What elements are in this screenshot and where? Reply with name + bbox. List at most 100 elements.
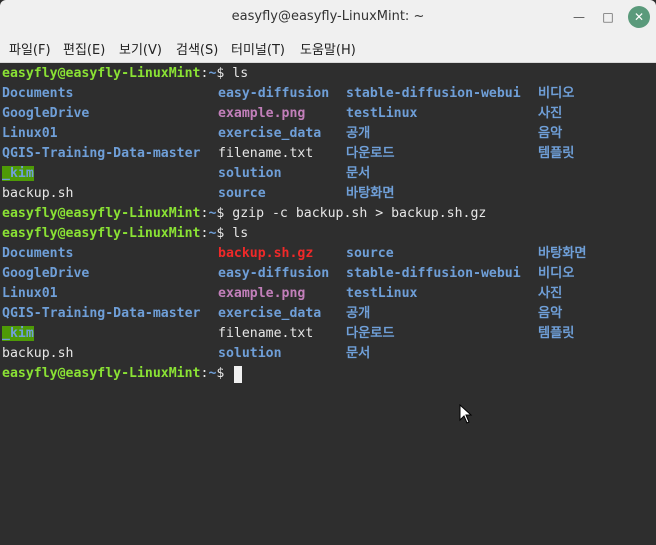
listing-entry: GoogleDrive [2, 104, 89, 124]
directory-name: _kim [2, 166, 34, 181]
listing-entry: backup.sh [2, 184, 73, 204]
menu-help[interactable]: 도움말(H) [300, 39, 356, 58]
directory-name: 공개 [346, 306, 371, 321]
directory-name: 문서 [346, 346, 371, 361]
prompt-sign: $ [216, 226, 233, 241]
menu-file[interactable]: 파일(F) [9, 39, 51, 58]
listing-entry: Documents [2, 84, 73, 104]
listing-entry: testLinux [346, 284, 417, 304]
directory-name: solution [218, 346, 282, 361]
directory-name: stable-diffusion-webui [346, 86, 521, 101]
directory-name: 바탕화면 [538, 246, 587, 261]
listing-entry: 음악 [538, 304, 562, 324]
terminal-output[interactable]: easyfly@easyfly-LinuxMint:~$ ls Documents… [0, 63, 656, 545]
listing-entry: QGIS-Training-Data-master [2, 304, 201, 324]
listing-entry: 공개 [346, 124, 370, 144]
text-cursor [234, 366, 242, 383]
listing-entry: filename.txt [218, 324, 313, 344]
file-name: backup.sh [2, 346, 74, 361]
listing-entry: 다운로드 [346, 324, 395, 344]
directory-name: QGIS-Training-Data-master [2, 146, 201, 161]
directory-name: 사진 [538, 106, 563, 121]
directory-name: QGIS-Training-Data-master [2, 306, 201, 321]
close-icon[interactable]: ✕ [628, 6, 650, 28]
listing-entry: filename.txt [218, 144, 313, 164]
command-text: ls [232, 66, 249, 81]
directory-name: solution [218, 166, 282, 181]
listing-entry: source [346, 244, 394, 264]
minimize-icon[interactable]: — [568, 6, 590, 28]
listing-entry: 음악 [538, 124, 562, 144]
directory-name: Documents [2, 86, 74, 101]
title-bar[interactable]: easyfly@easyfly-LinuxMint: ~ — □ ✕ [0, 0, 656, 35]
menu-view[interactable]: 보기(V) [119, 39, 162, 58]
directory-name: GoogleDrive [2, 266, 90, 281]
maximize-icon[interactable]: □ [597, 6, 619, 28]
prompt-user: easyfly@easyfly-LinuxMint [2, 66, 201, 81]
menu-terminal[interactable]: 터미널(T) [231, 39, 285, 58]
file-name: backup.sh [2, 186, 74, 201]
listing-entry: 템플릿 [538, 324, 574, 344]
directory-name: exercise_data [218, 306, 322, 321]
directory-name: stable-diffusion-webui [346, 266, 521, 281]
listing-entry: backup.sh.gz [218, 244, 313, 264]
listing-entry: testLinux [346, 104, 417, 124]
prompt-sign: $ [216, 366, 233, 381]
listing-entry: 다운로드 [346, 144, 395, 164]
listing-entry: Documents [2, 244, 73, 264]
listing-entry: example.png [218, 104, 305, 124]
file-name: example.png [218, 106, 306, 121]
directory-name: 사진 [538, 286, 563, 301]
listing-entry: 바탕화면 [538, 244, 587, 264]
listing-entry: 비디오 [538, 264, 574, 284]
listing-entry: solution [218, 344, 282, 364]
listing-entry: 사진 [538, 104, 562, 124]
directory-name: Linux01 [2, 126, 58, 141]
prompt-user: easyfly@easyfly-LinuxMint [2, 366, 201, 381]
listing-entry: easy-diffusion [218, 264, 329, 284]
directory-name: source [346, 246, 394, 261]
directory-name: 템플릿 [538, 146, 575, 161]
listing-entry: stable-diffusion-webui [346, 84, 521, 104]
menu-bar: 파일(F) 편집(E) 보기(V) 검색(S) 터미널(T) 도움말(H) [0, 34, 656, 63]
listing-entry: Linux01 [2, 124, 58, 144]
prompt-sign: $ [216, 206, 233, 221]
listing-entry: stable-diffusion-webui [346, 264, 521, 284]
listing-entry: 템플릿 [538, 144, 574, 164]
prompt-user: easyfly@easyfly-LinuxMint [2, 206, 201, 221]
directory-name: easy-diffusion [218, 86, 330, 101]
directory-name: exercise_data [218, 126, 322, 141]
directory-name: 템플릿 [538, 326, 575, 341]
listing-entry: solution [218, 164, 282, 184]
terminal-window: easyfly@easyfly-LinuxMint: ~ — □ ✕ 파일(F)… [0, 0, 656, 545]
directory-name: 문서 [346, 166, 371, 181]
directory-name: source [218, 186, 266, 201]
listing-entry: Linux01 [2, 284, 58, 304]
menu-edit[interactable]: 편집(E) [63, 39, 105, 58]
directory-name: 비디오 [538, 266, 575, 281]
command-text: gzip -c backup.sh > backup.sh.gz [232, 206, 487, 221]
directory-name: _kim [2, 326, 34, 341]
prompt-sign: $ [216, 66, 233, 81]
listing-entry: exercise_data [218, 304, 321, 324]
listing-entry: source [218, 184, 266, 204]
command-text: ls [232, 226, 249, 241]
directory-name: GoogleDrive [2, 106, 90, 121]
file-name: filename.txt [218, 146, 314, 161]
directory-name: testLinux [346, 286, 418, 301]
listing-entry: exercise_data [218, 124, 321, 144]
menu-search[interactable]: 검색(S) [176, 39, 218, 58]
prompt-line: easyfly@easyfly-LinuxMint:~$ [2, 364, 232, 384]
directory-name: testLinux [346, 106, 418, 121]
directory-name: 바탕화면 [346, 186, 395, 201]
directory-name: 음악 [538, 126, 563, 141]
file-name: example.png [218, 286, 306, 301]
file-name: filename.txt [218, 326, 314, 341]
prompt-line: easyfly@easyfly-LinuxMint:~$ gzip -c bac… [2, 204, 486, 224]
mouse-pointer-icon [459, 404, 473, 424]
listing-entry: easy-diffusion [218, 84, 329, 104]
listing-entry: 공개 [346, 304, 370, 324]
listing-entry: 바탕화면 [346, 184, 395, 204]
listing-entry: 비디오 [538, 84, 574, 104]
listing-entry: 문서 [346, 164, 370, 184]
